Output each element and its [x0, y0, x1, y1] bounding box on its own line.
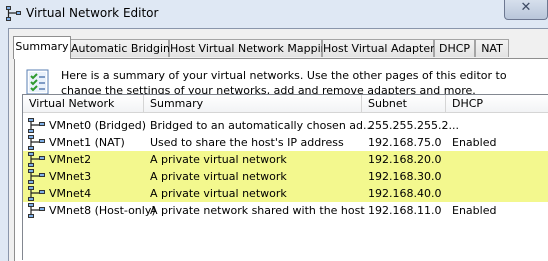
cell-network: VMnet0 (Bridged)	[49, 119, 146, 132]
checklist-icon	[26, 69, 49, 95]
table-row[interactable]: VMnet2 A private virtual network 192.168.2…	[23, 151, 548, 168]
cell-summary: A private network shared with the host	[150, 204, 365, 217]
virtual-network-list[interactable]: Virtual Network Summary Subnet DHCP VMne…	[22, 94, 548, 260]
cell-summary: A private virtual network	[150, 187, 287, 200]
table-row[interactable]: VMnet4 A private virtual network 192.168.4…	[23, 185, 548, 202]
window-title: Virtual Network Editor	[26, 6, 159, 20]
tab-dhcp[interactable]: DHCP	[434, 39, 475, 57]
column-header-dhcp[interactable]: DHCP	[446, 95, 548, 113]
tab-host-virtual-network-mapping[interactable]: Host Virtual Network Mapping	[169, 39, 335, 57]
tab-summary[interactable]: Summary	[13, 36, 71, 59]
cell-network: VMnet8 (Host-only)	[49, 204, 156, 217]
tab-automatic-bridging[interactable]: Automatic Bridging	[70, 39, 177, 57]
network-adapter-icon	[28, 118, 45, 133]
table-row[interactable]: VMnet8 (Host-only) A private network shar…	[23, 202, 548, 219]
cell-summary: Bridged to an automatically chosen ad...	[150, 119, 374, 132]
tab-strip: Summary Automatic Bridging Host Virtual …	[9, 29, 548, 59]
list-header: Virtual Network Summary Subnet DHCP	[23, 95, 548, 113]
column-header-virtual-network[interactable]: Virtual Network	[23, 95, 144, 113]
close-icon: ✕	[520, 0, 532, 15]
network-adapter-icon	[28, 203, 45, 218]
table-row[interactable]: VMnet0 (Bridged) Bridged to an automatica…	[23, 117, 548, 134]
column-header-subnet[interactable]: Subnet	[362, 95, 446, 113]
cell-dhcp: Enabled	[452, 136, 497, 149]
network-adapter-icon	[28, 152, 45, 167]
tab-host-virtual-adapters[interactable]: Host Virtual Adapters	[322, 39, 440, 57]
tab-nat[interactable]: NAT	[475, 39, 509, 57]
cell-network: VMnet2	[49, 153, 92, 166]
cell-subnet: 192.168.20.0	[368, 153, 442, 166]
cell-dhcp: Enabled	[452, 204, 497, 217]
column-header-summary[interactable]: Summary	[144, 95, 362, 113]
cell-subnet: 192.168.75.0	[368, 136, 442, 149]
cell-subnet: 255.255.255.2...	[368, 119, 459, 132]
cell-subnet: 192.168.30.0	[368, 170, 442, 183]
network-editor-icon	[6, 6, 21, 21]
close-button[interactable]: ✕	[504, 0, 548, 20]
cell-network: VMnet4	[49, 187, 92, 200]
title-bar: Virtual Network Editor ✕	[0, 0, 548, 28]
table-row[interactable]: VMnet3 A private virtual network 192.168.3…	[23, 168, 548, 185]
network-adapter-icon	[28, 186, 45, 201]
network-adapter-icon	[28, 135, 45, 150]
cell-network: VMnet3	[49, 170, 92, 183]
cell-subnet: 192.168.40.0	[368, 187, 442, 200]
cell-subnet: 192.168.11.0	[368, 204, 442, 217]
table-row[interactable]: VMnet1 (NAT) Used to share the host's IP …	[23, 134, 548, 151]
cell-summary: A private virtual network	[150, 170, 287, 183]
cell-network: VMnet1 (NAT)	[49, 136, 125, 149]
cell-summary: A private virtual network	[150, 153, 287, 166]
cell-summary: Used to share the host's IP address	[150, 136, 344, 149]
network-adapter-icon	[28, 169, 45, 184]
